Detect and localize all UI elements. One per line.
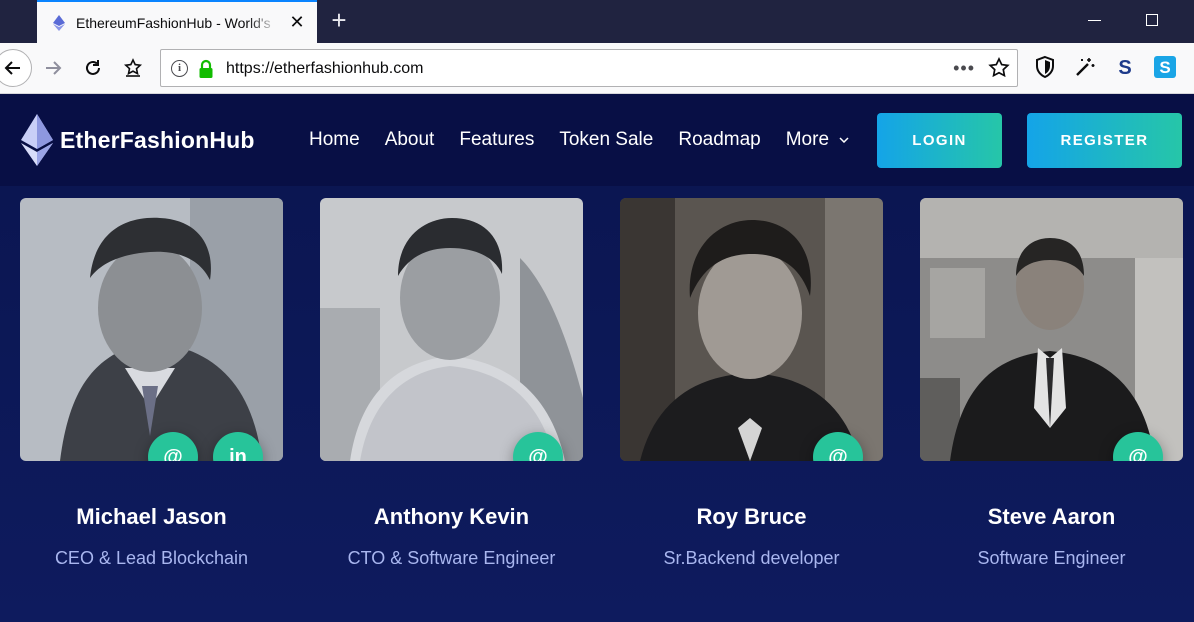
team-member-photo: @ [620,198,883,461]
portrait-image [920,198,1183,461]
team-section: @ in Michael Jason CEO & Lead Blockchain… [0,186,1194,622]
browser-tab-bar: EthereumFashionHub - World's ✕ + [0,0,1194,43]
skype-extension-icon[interactable]: S [1153,55,1177,79]
site-header: EtherFashionHub Home About Features Toke… [0,94,1194,186]
menu-item-features[interactable]: Features [459,129,534,151]
bookmark-page-button[interactable] [118,53,148,83]
ethereum-diamond-icon [21,114,53,166]
arrow-left-icon [4,61,20,75]
info-icon[interactable]: i [171,60,188,77]
address-bar[interactable]: i https://etherfashionhub.com ••• [160,49,1018,87]
ethereum-favicon-icon [53,14,65,31]
svg-text:S: S [1118,57,1131,79]
menu-item-roadmap[interactable]: Roadmap [678,129,760,151]
team-member-name: Michael Jason [76,504,227,529]
browser-nav-bar: i https://etherfashionhub.com ••• S S [0,43,1194,94]
arrow-right-icon [46,61,62,75]
reload-button[interactable] [78,53,108,83]
team-member-role: CEO & Lead Blockchain [54,548,249,568]
login-button[interactable]: LOGIN [877,113,1002,168]
close-tab-icon[interactable]: ✕ [289,13,305,31]
shield-icon[interactable] [1033,55,1057,79]
svg-text:S: S [1159,58,1170,77]
tab-title: EthereumFashionHub - World's [76,14,271,31]
chevron-down-icon [839,137,849,143]
menu-item-about[interactable]: About [385,129,435,151]
team-member-role: CTO & Software Engineer [347,548,556,568]
portrait-image [620,198,883,461]
lock-icon[interactable] [198,59,214,79]
team-member-photo: @ in [20,198,283,461]
site-logo[interactable]: EtherFashionHub [20,114,255,166]
team-member-card: @ Steve Aaron Software Engineer [920,198,1183,568]
back-button[interactable] [0,49,32,87]
team-member-card: @ Roy Bruce Sr.Backend developer [620,198,883,568]
team-member-card: @ in Michael Jason CEO & Lead Blockchain [20,198,283,568]
browser-tab[interactable]: EthereumFashionHub - World's ✕ [37,0,317,43]
forward-button[interactable] [38,53,68,83]
menu-item-more-label: More [785,129,830,150]
team-member-photo: @ [320,198,583,461]
magic-wand-icon[interactable] [1073,55,1097,79]
register-button[interactable]: REGISTER [1027,113,1182,168]
star-tray-icon [123,58,143,77]
maximize-window-icon[interactable] [1146,14,1158,26]
s-extension-icon[interactable]: S [1113,55,1137,79]
team-member-name: Roy Bruce [696,504,807,529]
page-actions-menu-icon[interactable]: ••• [953,58,975,79]
url-text[interactable]: https://etherfashionhub.com [226,60,423,78]
portrait-image [20,198,283,461]
team-member-name: Steve Aaron [987,504,1116,529]
brand-name: EtherFashionHub [60,126,255,153]
reload-icon [86,60,100,75]
menu-item-token-sale[interactable]: Token Sale [559,129,653,151]
new-tab-icon[interactable]: + [326,7,352,34]
minimize-window-icon[interactable] [1088,20,1101,21]
main-menu: Home About Features Token Sale Roadmap M… [309,129,874,151]
team-member-card: @ Anthony Kevin CTO & Software Engineer [320,198,583,568]
team-member-role: Software Engineer [977,548,1126,568]
menu-item-more[interactable]: More [786,129,849,151]
team-member-role: Sr.Backend developer [663,548,840,568]
portrait-image [320,198,583,461]
menu-item-home[interactable]: Home [309,129,360,151]
team-member-name: Anthony Kevin [373,504,530,529]
bookmark-star-icon[interactable] [987,56,1011,80]
team-member-photo: @ [920,198,1183,461]
